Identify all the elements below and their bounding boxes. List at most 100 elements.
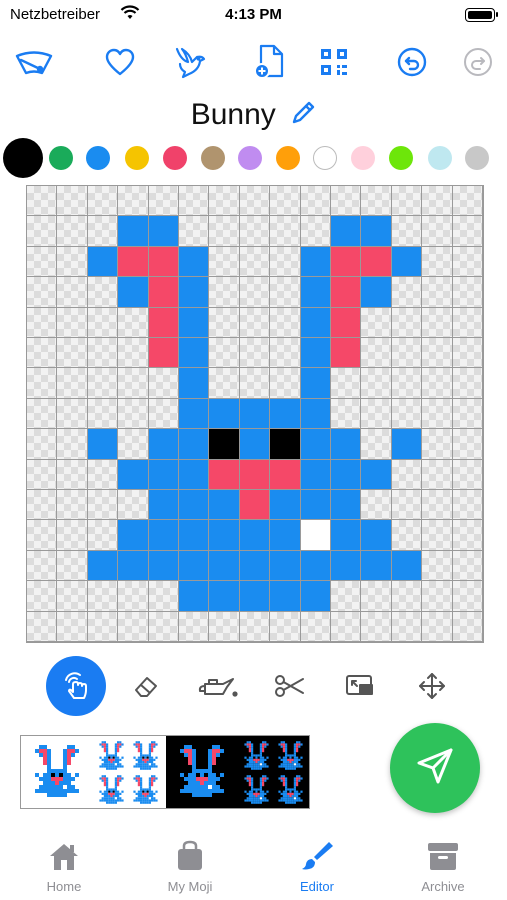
pixel-cell[interactable] (148, 611, 179, 642)
pixel-cell[interactable] (361, 581, 392, 612)
pixel-cell[interactable] (87, 581, 119, 612)
pixel-cell[interactable] (148, 216, 179, 247)
pixel-cell[interactable] (27, 520, 58, 551)
pixel-cell[interactable] (209, 337, 240, 369)
pixel-cell[interactable] (178, 246, 210, 278)
pixel-cell[interactable] (87, 307, 119, 338)
pixel-cell[interactable] (178, 398, 210, 430)
pixel-cell[interactable] (57, 429, 88, 460)
pixel-cell[interactable] (118, 216, 149, 247)
oil-can-icon[interactable] (188, 656, 248, 716)
pixel-cell[interactable] (300, 611, 331, 642)
pixel-cell[interactable] (270, 581, 301, 612)
pixel-cell[interactable] (57, 246, 88, 278)
pixel-cell[interactable] (148, 550, 179, 582)
pixel-cell[interactable] (361, 398, 392, 430)
pixel-cell[interactable] (361, 550, 392, 582)
scissors-icon[interactable] (260, 656, 320, 716)
pixel-cell[interactable] (270, 337, 301, 369)
pixel-cell[interactable] (57, 307, 88, 338)
pixel-cell[interactable] (300, 429, 331, 460)
color-swatch[interactable] (313, 146, 337, 170)
pixel-cell[interactable] (239, 337, 271, 369)
pixel-cell[interactable] (422, 581, 453, 612)
pixel-cell[interactable] (118, 581, 149, 612)
pixel-cell[interactable] (87, 520, 119, 551)
pixel-cell[interactable] (148, 186, 179, 217)
color-swatch[interactable] (3, 138, 43, 178)
pixel-cell[interactable] (361, 368, 392, 399)
pixel-cell[interactable] (209, 216, 240, 247)
pixel-cell[interactable] (391, 307, 423, 338)
pixel-cell[interactable] (57, 520, 88, 551)
pixel-cell[interactable] (27, 337, 58, 369)
emoji-preview[interactable] (20, 735, 310, 809)
bird-icon[interactable] (170, 42, 210, 82)
pixel-cell[interactable] (87, 337, 119, 369)
pixel-cell[interactable] (452, 459, 483, 490)
pixel-cell[interactable] (330, 398, 362, 430)
color-swatch[interactable] (201, 146, 225, 170)
pixel-cell[interactable] (270, 429, 301, 460)
pixel-cell[interactable] (270, 368, 301, 399)
pixel-cell[interactable] (422, 368, 453, 399)
pixel-cell[interactable] (57, 277, 88, 308)
pixel-cell[interactable] (209, 186, 240, 217)
pixel-cell[interactable] (87, 368, 119, 399)
pixel-cell[interactable] (27, 429, 58, 460)
pixel-cell[interactable] (148, 489, 179, 521)
pixel-cell[interactable] (391, 550, 423, 582)
pixel-cell[interactable] (391, 186, 423, 217)
pixel-cell[interactable] (391, 429, 423, 460)
pixel-canvas[interactable] (26, 185, 484, 643)
pixel-cell[interactable] (118, 550, 149, 582)
pixel-cell[interactable] (422, 277, 453, 308)
pixel-cell[interactable] (87, 429, 119, 460)
pixel-cell[interactable] (209, 550, 240, 582)
pixel-cell[interactable] (361, 186, 392, 217)
pixel-cell[interactable] (300, 398, 331, 430)
pixel-cell[interactable] (330, 611, 362, 642)
pencil-icon[interactable] (290, 100, 316, 131)
wiper-icon[interactable] (14, 42, 54, 82)
undo-icon[interactable] (392, 42, 432, 82)
pixel-cell[interactable] (300, 520, 331, 551)
pixel-cell[interactable] (209, 246, 240, 278)
pixel-cell[interactable] (57, 459, 88, 490)
pixel-cell[interactable] (270, 398, 301, 430)
pixel-cell[interactable] (391, 611, 423, 642)
pixel-cell[interactable] (118, 186, 149, 217)
pixel-cell[interactable] (27, 307, 58, 338)
resize-icon[interactable] (330, 656, 390, 716)
send-button[interactable] (390, 723, 480, 813)
pixel-cell[interactable] (270, 611, 301, 642)
pixel-cell[interactable] (27, 489, 58, 521)
pixel-cell[interactable] (118, 520, 149, 551)
pixel-cell[interactable] (118, 611, 149, 642)
pixel-cell[interactable] (422, 216, 453, 247)
pixel-cell[interactable] (361, 459, 392, 490)
pixel-cell[interactable] (300, 489, 331, 521)
pixel-cell[interactable] (178, 368, 210, 399)
pixel-cell[interactable] (57, 368, 88, 399)
pixel-cell[interactable] (330, 337, 362, 369)
pixel-cell[interactable] (239, 277, 271, 308)
pixel-cell[interactable] (178, 489, 210, 521)
pixel-cell[interactable] (452, 611, 483, 642)
eraser-icon[interactable] (116, 656, 176, 716)
pixel-cell[interactable] (330, 520, 362, 551)
pixel-cell[interactable] (118, 277, 149, 308)
new-document-icon[interactable] (250, 42, 290, 82)
pixel-cell[interactable] (452, 246, 483, 278)
pixel-cell[interactable] (330, 368, 362, 399)
pixel-cell[interactable] (391, 520, 423, 551)
pixel-cell[interactable] (270, 307, 301, 338)
pixel-cell[interactable] (209, 368, 240, 399)
pixel-cell[interactable] (330, 581, 362, 612)
pixel-cell[interactable] (422, 307, 453, 338)
pixel-cell[interactable] (209, 611, 240, 642)
pixel-cell[interactable] (27, 277, 58, 308)
pixel-cell[interactable] (239, 611, 271, 642)
pixel-cell[interactable] (178, 429, 210, 460)
pixel-cell[interactable] (391, 398, 423, 430)
